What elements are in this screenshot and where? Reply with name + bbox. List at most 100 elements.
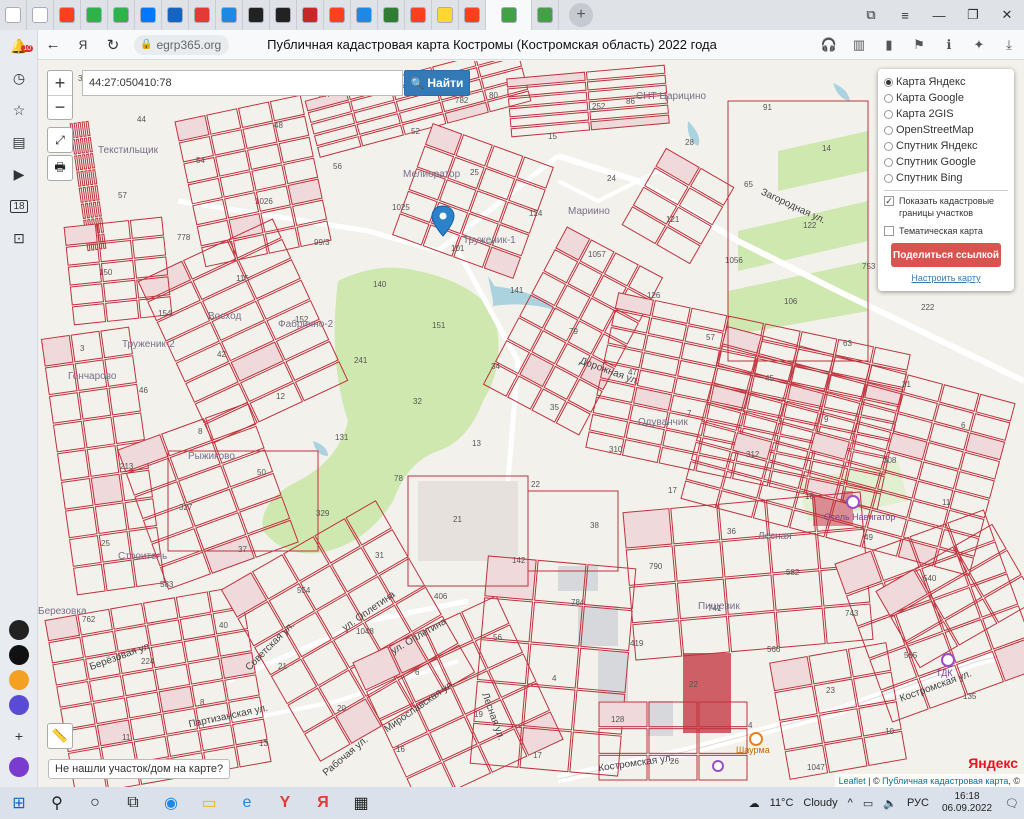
download-icon[interactable]: ⤓ [994, 30, 1024, 60]
cadastral-search-input[interactable] [82, 70, 403, 96]
browser-tab[interactable] [27, 0, 54, 30]
zoom-out-button[interactable]: − [48, 95, 72, 119]
show-cadastral-checkbox[interactable]: ✓ [884, 196, 894, 206]
browser-tab[interactable] [0, 0, 27, 30]
browser-tab[interactable] [405, 0, 432, 30]
zoom-in-button[interactable]: + [48, 71, 72, 95]
media-icon[interactable]: ▶ [0, 158, 38, 190]
task-view-icon[interactable]: ⧉ [114, 787, 152, 819]
search-button[interactable]: 🔍 Найти [404, 70, 470, 96]
browser-tab[interactable] [108, 0, 135, 30]
show-cadastral-option[interactable]: ✓ Показать кадастровые границы участков [884, 195, 1008, 219]
cadastral-map-link[interactable]: Публичная кадастровая карта [882, 776, 1008, 786]
screenshot-icon[interactable]: ⊡ [0, 222, 38, 254]
alice-assistant-icon[interactable] [9, 757, 29, 777]
app-shortcut-icon[interactable] [9, 620, 29, 640]
age-rating-icon[interactable]: 18 [0, 190, 38, 222]
notification-center-icon[interactable]: 🗨 [1005, 797, 1019, 810]
browser-tab[interactable] [270, 0, 297, 30]
thematic-option[interactable]: Тематическая карта [884, 225, 1008, 237]
not-found-button[interactable]: Не нашли участок/дом на карте? [48, 759, 231, 779]
layer-radio[interactable] [884, 109, 893, 119]
edge-icon[interactable]: ◉ [152, 787, 190, 819]
configure-map-link[interactable]: Настроить карту [884, 273, 1008, 283]
back-icon[interactable]: ← [38, 30, 68, 60]
app-shortcut-icon[interactable] [9, 670, 29, 690]
file-explorer-icon[interactable]: ▭ [190, 787, 228, 819]
add-panel-icon[interactable]: + [0, 720, 38, 752]
network-icon[interactable]: ▭ [863, 797, 873, 810]
browser-tab[interactable] [459, 0, 486, 30]
archive-icon[interactable]: ▦ [342, 787, 380, 819]
browser-tab[interactable] [81, 0, 108, 30]
share-link-button[interactable]: Поделиться ссылкой [891, 243, 1001, 267]
fullscreen-button[interactable]: ⤢ [47, 127, 73, 153]
restore-button[interactable]: ❐ [956, 0, 990, 30]
cortana-icon[interactable]: ○ [76, 787, 114, 819]
browser-tab[interactable] [216, 0, 243, 30]
collections-icon[interactable]: ▤ [0, 126, 38, 158]
yandex-home-icon[interactable]: Я [68, 30, 98, 60]
browser-tab[interactable] [297, 0, 324, 30]
browser-tab[interactable] [54, 0, 81, 30]
shawarma-poi-label[interactable]: Шаурма [736, 745, 770, 755]
tdk-poi-label[interactable]: ТДК [936, 668, 953, 678]
browser-tab[interactable] [532, 0, 559, 30]
browser-tab[interactable] [486, 0, 532, 30]
map-canvas[interactable]: 3087276808691394448521528141354562524659… [38, 61, 1024, 787]
layer-radio[interactable] [884, 141, 893, 151]
browser-tab[interactable] [378, 0, 405, 30]
layer-option[interactable]: OpenStreetMap [884, 122, 1008, 138]
browser-tab[interactable] [351, 0, 378, 30]
cadastral-map[interactable]: 3087276808691394448521528141354562524659… [38, 61, 1024, 787]
favorites-icon[interactable]: ☆ [0, 94, 38, 126]
browser-tab[interactable] [432, 0, 459, 30]
yandex-icon[interactable]: Я [304, 787, 342, 819]
layer-option[interactable]: Спутник Яндекс [884, 138, 1008, 154]
url-field[interactable]: 🔒 egrp365.org [134, 34, 230, 55]
layer-radio[interactable] [884, 77, 893, 87]
volume-icon[interactable]: 🔈 [883, 797, 897, 810]
tabs-overview-icon[interactable]: ⧉ [854, 0, 888, 30]
layer-option[interactable]: Карта Яндекс [884, 74, 1008, 90]
headphones-icon[interactable]: 🎧 [814, 30, 844, 60]
print-button[interactable]: 🖶 [47, 155, 73, 181]
bookmark-icon[interactable]: ▮ [874, 30, 904, 60]
thematic-checkbox[interactable] [884, 226, 894, 236]
layer-radio[interactable] [884, 173, 893, 183]
browser-tab[interactable] [189, 0, 216, 30]
layer-option[interactable]: Спутник Bing [884, 170, 1008, 186]
layer-radio[interactable] [884, 157, 893, 167]
layer-option[interactable]: Карта 2GIS [884, 106, 1008, 122]
windows-start-icon[interactable]: ⊞ [0, 787, 38, 819]
reload-icon[interactable]: ↻ [98, 30, 128, 60]
layer-option[interactable]: Карта Google [884, 90, 1008, 106]
search-icon[interactable]: ⚲ [38, 787, 76, 819]
language-indicator[interactable]: РУС [907, 797, 929, 809]
close-window-button[interactable]: ✕ [990, 0, 1024, 30]
extensions-puzzle-icon[interactable]: ✦ [964, 30, 994, 60]
downloads-tray-icon[interactable]: ≡ [888, 0, 922, 30]
browser-tab[interactable] [162, 0, 189, 30]
layer-radio[interactable] [884, 93, 893, 103]
extension-info-icon[interactable]: ℹ [934, 30, 964, 60]
app-shortcut-icon[interactable] [9, 695, 29, 715]
browser-tab[interactable] [243, 0, 270, 30]
leaflet-link[interactable]: Leaflet [839, 776, 866, 786]
layer-option[interactable]: Спутник Google [884, 154, 1008, 170]
internet-explorer-icon[interactable]: e [228, 787, 266, 819]
yandex-browser-icon[interactable]: Y [266, 787, 304, 819]
history-icon[interactable]: ◷ [0, 62, 38, 94]
layer-radio[interactable] [884, 125, 893, 135]
clock[interactable]: 16:18 06.09.2022 [942, 791, 992, 815]
browser-tab[interactable] [135, 0, 162, 30]
tray-chevron-icon[interactable]: ^ [848, 797, 853, 809]
reader-icon[interactable]: ▥ [844, 30, 874, 60]
extension-icon[interactable]: ⚑ [904, 30, 934, 60]
ruler-icon[interactable]: 📏 [47, 723, 73, 749]
browser-tab[interactable] [324, 0, 351, 30]
minimize-button[interactable]: — [922, 0, 956, 30]
notifications-icon[interactable]: 🔔 10 [0, 30, 38, 62]
app-shortcut-icon[interactable] [9, 645, 29, 665]
hotel-poi-label[interactable]: Отель Навигатор [824, 512, 895, 522]
